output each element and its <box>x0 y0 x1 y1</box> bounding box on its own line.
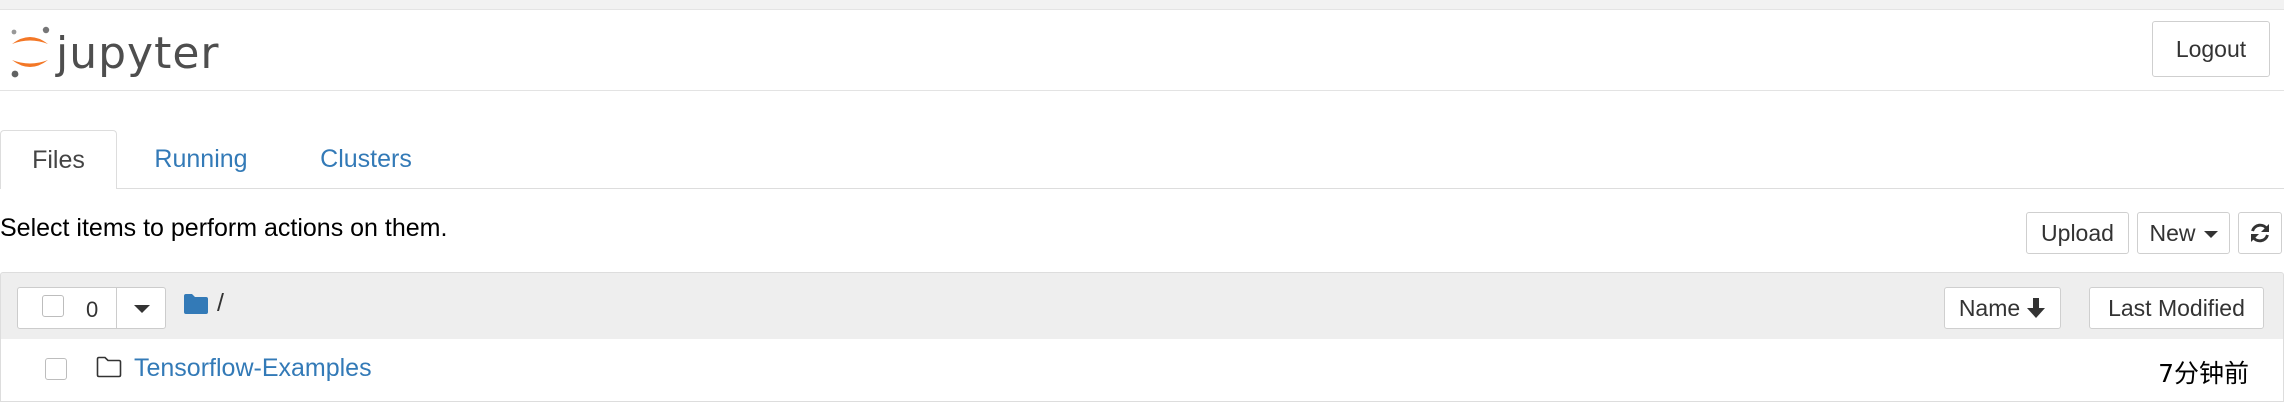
tab-running[interactable]: Running <box>145 130 257 188</box>
selected-count: 0 <box>86 297 99 322</box>
file-name-link[interactable]: Tensorflow-Examples <box>134 354 372 383</box>
tab-clusters[interactable]: Clusters <box>312 130 420 188</box>
selection-menu-caret-icon[interactable] <box>134 305 150 313</box>
jupyter-logo[interactable]: jupyter <box>8 20 228 80</box>
logout-button[interactable]: Logout <box>2152 21 2270 77</box>
refresh-button[interactable] <box>2238 212 2282 254</box>
upload-button[interactable]: Upload <box>2026 212 2129 254</box>
select-all-checkbox[interactable] <box>42 295 64 317</box>
arrow-down-icon <box>2027 298 2046 318</box>
tab-files[interactable]: Files <box>0 130 117 189</box>
top-strip <box>0 0 2284 10</box>
new-button-label: New <box>2149 219 2196 246</box>
row-checkbox[interactable] <box>45 358 67 380</box>
divider <box>116 288 117 328</box>
instruction-text: Select items to perform actions on them. <box>0 214 448 242</box>
new-button[interactable]: New <box>2137 212 2230 254</box>
sort-name-label: Name <box>1958 294 2021 321</box>
select-all-group: 0 <box>17 287 166 329</box>
sort-by-name-button[interactable]: Name <box>1944 287 2061 329</box>
caret-down-icon <box>2203 231 2218 238</box>
tab-bar: Files Running Clusters <box>0 130 2284 189</box>
file-list-header: 0 / Name Last Modified <box>0 272 2284 340</box>
last-modified-value: 7分钟前 <box>2158 359 2249 388</box>
logo-text: jupyter <box>56 28 220 79</box>
refresh-icon <box>2251 223 2269 243</box>
header: jupyter Logout <box>0 10 2284 91</box>
list-item[interactable]: Tensorflow-Examples 7分钟前 <box>0 339 2284 402</box>
jupyter-logo-icon <box>11 26 50 78</box>
sort-by-last-modified-button[interactable]: Last Modified <box>2089 287 2264 329</box>
folder-outline-icon <box>96 356 122 378</box>
folder-icon[interactable] <box>183 293 209 315</box>
breadcrumb-root[interactable]: / <box>217 289 224 318</box>
